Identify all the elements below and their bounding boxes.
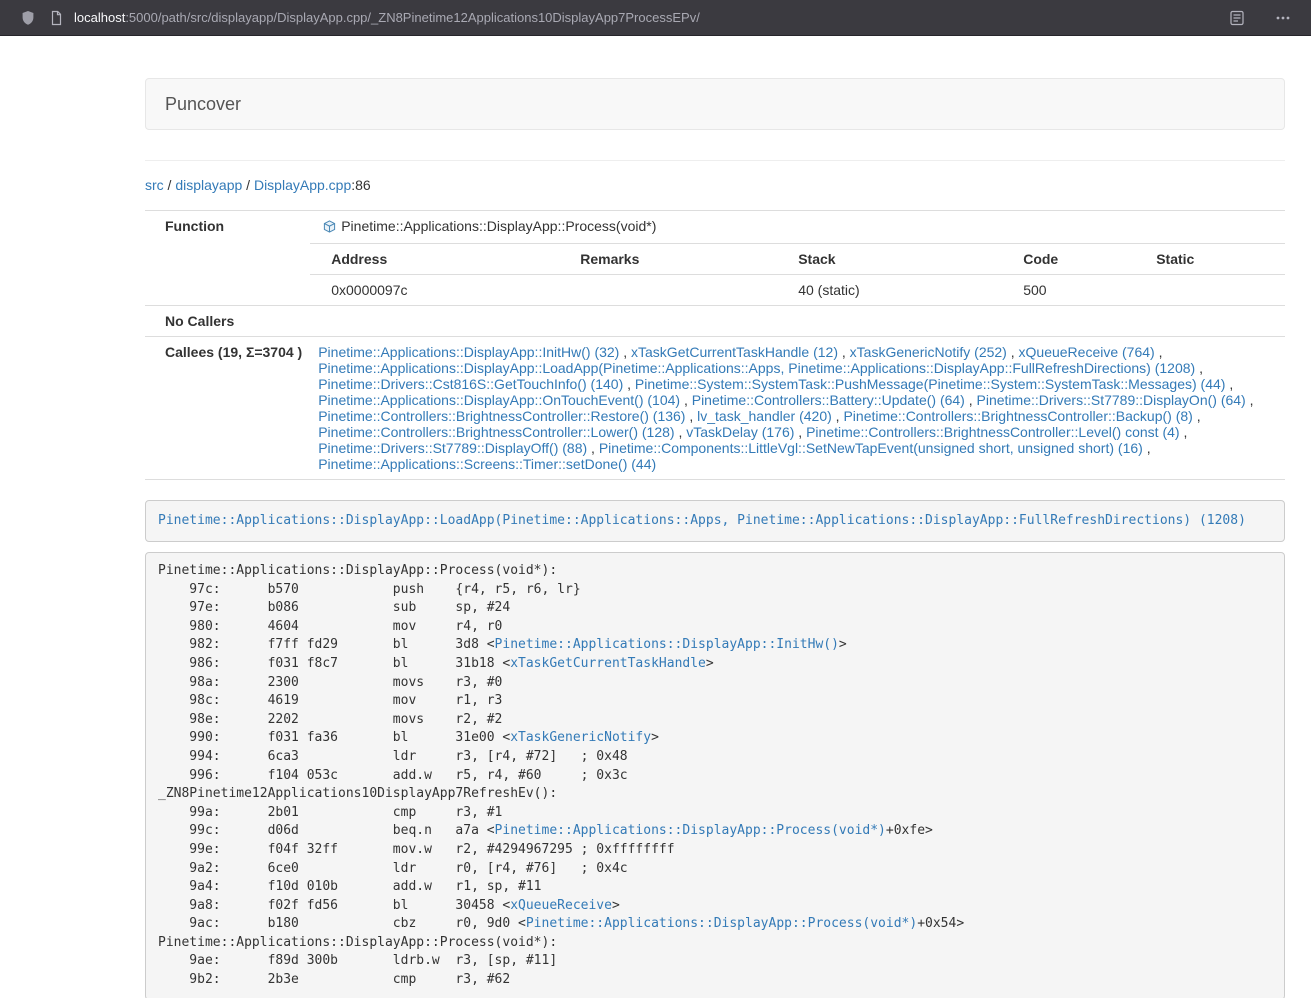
stats-value-remarks bbox=[572, 275, 790, 306]
callee-link[interactable]: Pinetime::Applications::DisplayApp::Load… bbox=[318, 360, 1195, 376]
stats-header-code: Code bbox=[1015, 244, 1148, 275]
breadcrumb-link-displayapp-cpp[interactable]: DisplayApp.cpp bbox=[254, 177, 351, 193]
callee-link[interactable]: Pinetime::Controllers::BrightnessControl… bbox=[843, 408, 1192, 424]
callee-link[interactable]: Pinetime::Drivers::Cst816S::GetTouchInfo… bbox=[318, 376, 623, 392]
disassembly: Pinetime::Applications::DisplayApp::Proc… bbox=[145, 552, 1285, 998]
stats-table: AddressRemarksStackCodeStatic 0x0000097c… bbox=[310, 244, 1285, 305]
breadcrumb: src / displayapp / DisplayApp.cpp:86 bbox=[145, 175, 1285, 195]
callee-link[interactable]: Pinetime::Drivers::St7789::DisplayOff() … bbox=[318, 440, 587, 456]
callee-link[interactable]: Pinetime::Controllers::BrightnessControl… bbox=[318, 408, 685, 424]
function-table: Function Pinetime::Applications::Display… bbox=[145, 210, 1285, 480]
browser-toolbar: localhost:5000/path/src/displayapp/Displ… bbox=[0, 0, 1311, 36]
code-symbol-link[interactable]: Pinetime::Applications::DisplayApp::Init… bbox=[495, 637, 839, 652]
callee-link[interactable]: Pinetime::Components::LittleVgl::SetNewT… bbox=[599, 440, 1143, 456]
stats-header-remarks: Remarks bbox=[572, 244, 790, 275]
function-name: Pinetime::Applications::DisplayApp::Proc… bbox=[341, 218, 656, 234]
url-path: :5000/path/src/displayapp/DisplayApp.cpp… bbox=[125, 10, 700, 25]
url-host: localhost bbox=[74, 10, 125, 25]
stats-header-static: Static bbox=[1148, 244, 1285, 275]
callees-list: Pinetime::Applications::DisplayApp::Init… bbox=[310, 337, 1285, 480]
callee-link[interactable]: Pinetime::Applications::DisplayApp::Init… bbox=[318, 344, 619, 360]
no-callers-row: No Callers bbox=[145, 306, 1285, 337]
stats-header-stack: Stack bbox=[790, 244, 1015, 275]
function-name-cell: Pinetime::Applications::DisplayApp::Proc… bbox=[310, 211, 1285, 244]
callees-row: Callees (19, Σ=3704 ) Pinetime::Applicat… bbox=[145, 337, 1285, 480]
toolbar-right-icons bbox=[1223, 4, 1297, 32]
no-callers-label: No Callers bbox=[145, 306, 310, 337]
stats-header-address: Address bbox=[310, 244, 572, 275]
no-callers-cell bbox=[310, 306, 1285, 337]
callee-link[interactable]: Pinetime::Controllers::Battery::Update()… bbox=[692, 392, 965, 408]
callee-link[interactable]: vTaskDelay (176) bbox=[686, 424, 794, 440]
shield-icon[interactable] bbox=[14, 4, 42, 32]
reader-view-icon[interactable] bbox=[1223, 4, 1251, 32]
code-symbol-link[interactable]: Pinetime::Applications::DisplayApp::Proc… bbox=[526, 916, 917, 931]
page-info-icon[interactable] bbox=[42, 4, 70, 32]
stats-row: AddressRemarksStackCodeStatic 0x0000097c… bbox=[145, 244, 1285, 306]
divider bbox=[145, 160, 1285, 161]
function-row: Function Pinetime::Applications::Display… bbox=[145, 211, 1285, 244]
breadcrumb-link-displayapp[interactable]: displayapp bbox=[175, 177, 242, 193]
more-tools-icon[interactable] bbox=[1269, 4, 1297, 32]
callee-link[interactable]: Pinetime::Applications::DisplayApp::OnTo… bbox=[318, 392, 680, 408]
callee-link[interactable]: Pinetime::Drivers::St7789::DisplayOn() (… bbox=[977, 392, 1246, 408]
function-row-label: Function bbox=[145, 211, 310, 306]
callee-link[interactable]: Pinetime::Controllers::BrightnessControl… bbox=[806, 424, 1179, 440]
code-symbol-link[interactable]: xTaskGenericNotify bbox=[510, 730, 651, 745]
symbol-well-link[interactable]: Pinetime::Applications::DisplayApp::Load… bbox=[158, 513, 1246, 528]
code-symbol-link[interactable]: xTaskGetCurrentTaskHandle bbox=[510, 656, 706, 671]
stats-value-stack: 40 (static) bbox=[790, 275, 1015, 306]
stats-value-address: 0x0000097c bbox=[310, 275, 572, 306]
code-symbol-link[interactable]: xQueueReceive bbox=[510, 898, 612, 913]
callee-link[interactable]: Pinetime::System::SystemTask::PushMessag… bbox=[635, 376, 1226, 392]
function-type-icon bbox=[323, 220, 336, 236]
callees-label: Callees (19, Σ=3704 ) bbox=[145, 337, 310, 480]
stats-cell: AddressRemarksStackCodeStatic 0x0000097c… bbox=[310, 244, 1285, 306]
callee-link[interactable]: xTaskGetCurrentTaskHandle (12) bbox=[631, 344, 838, 360]
symbol-well: Pinetime::Applications::DisplayApp::Load… bbox=[145, 500, 1285, 542]
callee-link[interactable]: xQueueReceive (764) bbox=[1019, 344, 1155, 360]
puncover-brand[interactable]: Puncover bbox=[146, 94, 241, 115]
callee-link[interactable]: lv_task_handler (420) bbox=[697, 408, 832, 424]
app-navbar: Puncover bbox=[145, 78, 1285, 130]
breadcrumb-link-src[interactable]: src bbox=[145, 177, 164, 193]
callee-link[interactable]: xTaskGenericNotify (252) bbox=[850, 344, 1007, 360]
code-symbol-link[interactable]: Pinetime::Applications::DisplayApp::Proc… bbox=[495, 823, 886, 838]
callee-link[interactable]: Pinetime::Controllers::BrightnessControl… bbox=[318, 424, 674, 440]
stats-value-row: 0x0000097c 40 (static)500 bbox=[310, 275, 1285, 306]
stats-value-static bbox=[1148, 275, 1285, 306]
stats-value-code: 500 bbox=[1015, 275, 1148, 306]
url-bar[interactable]: localhost:5000/path/src/displayapp/Displ… bbox=[74, 10, 1211, 25]
page-container: Puncover src / displayapp / DisplayApp.c… bbox=[145, 78, 1285, 998]
stats-header-row: AddressRemarksStackCodeStatic bbox=[310, 244, 1285, 275]
callee-link[interactable]: Pinetime::Applications::Screens::Timer::… bbox=[318, 456, 656, 472]
